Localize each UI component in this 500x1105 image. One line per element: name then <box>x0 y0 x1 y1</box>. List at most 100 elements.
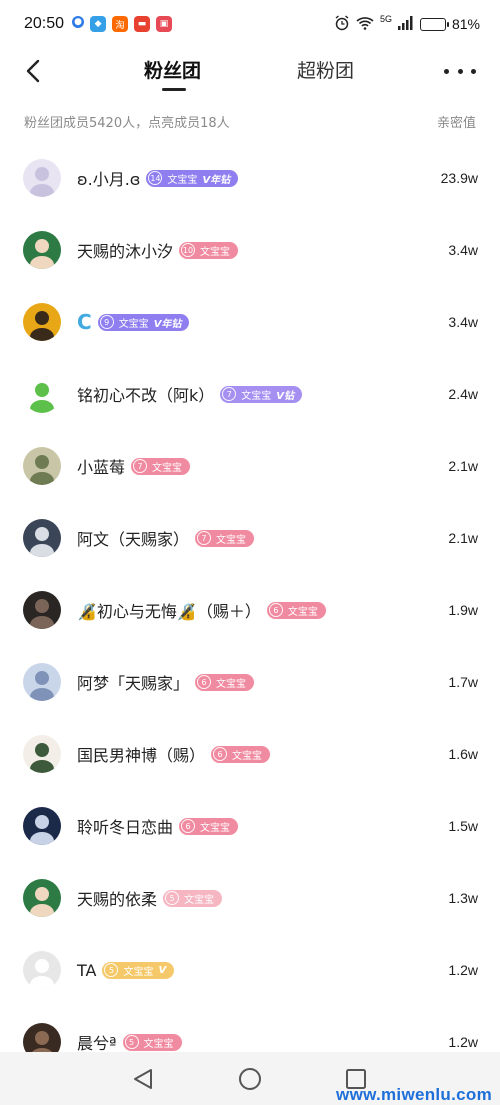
fan-level-badge: 5 文宝宝 <box>122 1033 182 1051</box>
member-avatar[interactable] <box>23 231 61 269</box>
tab-fans-group-label: 粉丝团 <box>144 60 202 82</box>
fan-level-number: 6 <box>268 603 283 617</box>
watermark-text: www.miwenlu.com <box>336 1085 492 1104</box>
intimacy-value: 1.5w <box>448 818 478 834</box>
vip-badge-suffix: V钻 <box>276 390 295 402</box>
member-name: TA <box>77 960 97 980</box>
member-name: 小蓝莓 <box>77 458 126 477</box>
member-row[interactable]: 小蓝莓 7 文宝宝 2.1w <box>0 430 500 502</box>
fan-badge-text: 文宝宝 <box>287 606 318 618</box>
member-avatar[interactable] <box>23 807 61 845</box>
fan-level-badge: 6 文宝宝 <box>211 745 271 763</box>
intimacy-value: 1.9w <box>448 602 478 618</box>
shop-icon: ▬ <box>134 16 151 32</box>
fan-badge-text: 文宝宝 <box>152 462 183 474</box>
back-button[interactable] <box>18 56 48 86</box>
intimacy-value: 2.1w <box>448 458 478 474</box>
fan-level-badge: 5 文宝宝 <box>163 889 223 907</box>
fan-level-number: 9 <box>99 315 114 329</box>
member-row[interactable]: 铭初心不改（阿k） 7 文宝宝 V钻 2.4w <box>0 358 500 430</box>
member-name: 阿梦「天赐家」 <box>77 674 190 693</box>
fan-badge-text: 文宝宝 <box>200 822 231 834</box>
more-button[interactable] <box>444 58 476 84</box>
alarm-icon <box>334 14 350 34</box>
member-row[interactable]: 🔏初心与无悔🔏（赐＋） 6 文宝宝 1.9w <box>0 574 500 646</box>
fan-badge-text: 文宝宝 <box>232 750 263 762</box>
tab-super-fans-group[interactable]: 超粉团 <box>297 56 354 83</box>
fan-level-badge: 7 文宝宝 <box>131 457 191 475</box>
fan-level-number: 6 <box>213 747 228 761</box>
fan-level-badge: 10 文宝宝 <box>179 241 239 259</box>
member-list: ʚ.小月.ɞ 14 文宝宝 V年钻 23.9w 天赐的沐小汐 10 文宝宝 3.4w C 9 文宝宝 V… <box>0 142 500 1078</box>
intimacy-value: 3.4w <box>448 314 478 330</box>
member-row[interactable]: 国民男神博（赐） 6 文宝宝 1.6w <box>0 718 500 790</box>
member-avatar[interactable] <box>23 951 61 989</box>
member-row[interactable]: 阿梦「天赐家」 6 文宝宝 1.7w <box>0 646 500 718</box>
member-name: 国民男神博（赐） <box>77 746 206 765</box>
fan-badge-text: 文宝宝 <box>216 534 247 546</box>
more-dot <box>457 68 463 74</box>
member-avatar[interactable] <box>23 447 61 485</box>
member-avatar[interactable] <box>23 879 61 917</box>
intimacy-value: 1.3w <box>448 890 478 906</box>
member-row[interactable]: ʚ.小月.ɞ 14 文宝宝 V年钻 23.9w <box>0 142 500 214</box>
fan-badge-text: 文宝宝 <box>123 966 154 978</box>
status-left: 20:50 ● ◆ 淘 ▬ ▣ <box>24 15 173 33</box>
system-home-button[interactable] <box>238 1067 262 1091</box>
member-avatar[interactable] <box>23 159 61 197</box>
reader-icon: ▣ <box>156 16 173 32</box>
member-name: ʚ.小月.ɞ <box>77 170 141 189</box>
member-avatar[interactable] <box>23 591 61 629</box>
member-avatar[interactable] <box>23 375 61 413</box>
tab-fans-group[interactable]: 粉丝团 <box>144 56 202 91</box>
fan-level-number: 7 <box>197 531 212 545</box>
fan-level-number: 6 <box>197 675 212 689</box>
member-name: 聆听冬日恋曲 <box>77 818 174 837</box>
system-back-button[interactable] <box>132 1067 156 1091</box>
fan-level-badge: 7 文宝宝 V钻 <box>220 385 303 403</box>
fan-level-badge: 9 文宝宝 V年钻 <box>97 313 190 331</box>
member-row[interactable]: 聆听冬日恋曲 6 文宝宝 1.5w <box>0 790 500 862</box>
notify-dot-icon: ● <box>72 16 85 28</box>
status-time: 20:50 <box>24 15 65 32</box>
fan-badge-text: 文宝宝 <box>184 894 215 906</box>
intimacy-value: 2.1w <box>448 530 478 546</box>
intimacy-value: 1.6w <box>448 746 478 762</box>
member-row[interactable]: 天赐的依柔 5 文宝宝 1.3w <box>0 862 500 934</box>
intimacy-value: 2.4w <box>448 386 478 402</box>
member-name: 🔏初心与无悔🔏（赐＋） <box>77 602 261 621</box>
member-avatar[interactable] <box>23 519 61 557</box>
more-dot <box>471 68 476 74</box>
tab-super-fans-group-label: 超粉团 <box>297 60 355 82</box>
member-name: C <box>77 310 92 334</box>
fan-level-number: 7 <box>222 387 237 401</box>
member-row[interactable]: TA 5 文宝宝 V 1.2w <box>0 934 500 1006</box>
member-row[interactable]: 天赐的沐小汐 10 文宝宝 3.4w <box>0 214 500 286</box>
fan-badge-text: 文宝宝 <box>118 318 149 330</box>
fan-level-badge: 14 文宝宝 V年钻 <box>146 169 239 187</box>
status-right: 5G 81% <box>334 14 480 34</box>
fan-badge-text: 文宝宝 <box>241 390 272 402</box>
fan-level-number: 14 <box>148 171 163 185</box>
top-nav: 粉丝团 超粉团 <box>0 48 500 94</box>
member-avatar[interactable] <box>23 663 61 701</box>
member-name: 天赐的沐小汐 <box>77 242 174 261</box>
wifi-icon <box>356 16 374 33</box>
triangle-back-icon <box>134 1069 152 1089</box>
member-avatar[interactable] <box>23 735 61 773</box>
fans-summary: 粉丝团成员5420人，点亮成员18人 <box>24 115 230 131</box>
member-row[interactable]: 阿文（天赐家） 7 文宝宝 2.1w <box>0 502 500 574</box>
fan-level-number: 5 <box>104 963 119 977</box>
network-type: 5G <box>379 14 392 24</box>
member-row[interactable]: C 9 文宝宝 V年钻 3.4w <box>0 286 500 358</box>
member-name: 铭初心不改（阿k） <box>77 386 215 405</box>
fan-badge-text: 文宝宝 <box>167 174 198 186</box>
vip-badge-suffix: V年钻 <box>153 318 182 330</box>
intimacy-value: 23.9w <box>440 170 478 186</box>
fan-level-badge: 7 文宝宝 <box>195 529 255 547</box>
member-avatar[interactable] <box>23 303 61 341</box>
signal-icon <box>397 15 414 33</box>
fans-summary-row: 粉丝团成员5420人，点亮成员18人 亲密值 <box>0 108 500 134</box>
fan-badge-text: 文宝宝 <box>143 1038 174 1050</box>
intimacy-value: 1.7w <box>448 674 478 690</box>
